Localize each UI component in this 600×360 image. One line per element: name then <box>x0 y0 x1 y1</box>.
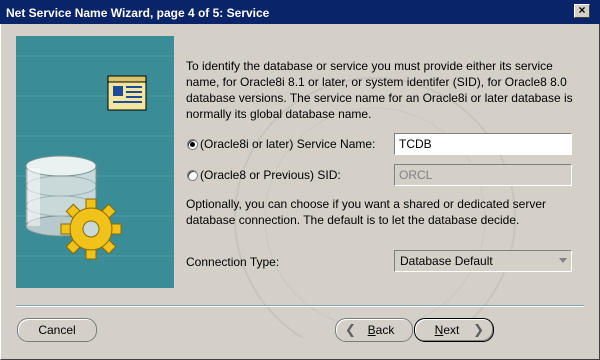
close-icon: × <box>578 3 586 17</box>
sid-radio[interactable] <box>187 170 198 181</box>
back-button-mnemonic: B <box>367 323 376 337</box>
separator <box>16 305 584 307</box>
back-button-label: ack <box>375 323 395 337</box>
wizard-graphic <box>16 36 174 288</box>
database-gear-icon <box>16 55 174 260</box>
window-title: Net Service Name Wizard, page 4 of 5: Se… <box>6 6 270 20</box>
service-name-label: (Oracle8i or later) Service Name: <box>200 137 376 151</box>
title-bar: Net Service Name Wizard, page 4 of 5: Se… <box>0 0 600 24</box>
chevron-down-icon <box>559 258 567 263</box>
next-button[interactable]: Next ❯ <box>414 318 494 342</box>
connection-type-label: Connection Type: <box>186 255 280 269</box>
chevron-left-icon: ❮ <box>345 322 356 337</box>
connection-type-select[interactable]: Database Default <box>394 250 572 272</box>
intro-text: To identify the database or service you … <box>186 59 573 121</box>
close-button[interactable]: × <box>574 4 590 18</box>
service-name-input[interactable] <box>394 133 572 155</box>
service-name-radio[interactable] <box>187 139 198 150</box>
connection-type-value: Database Default <box>400 254 493 268</box>
cancel-button[interactable]: Cancel <box>17 318 97 342</box>
cancel-button-label: Cancel <box>38 323 76 337</box>
next-button-label: ext <box>443 323 460 337</box>
back-button[interactable]: ❮ Back <box>335 318 413 342</box>
chevron-right-icon: ❯ <box>473 322 484 337</box>
sid-input[interactable] <box>394 164 572 186</box>
sid-label: (Oracle8 or Previous) SID: <box>200 168 341 182</box>
connection-description: Optionally, you can choose if you want a… <box>186 197 546 227</box>
